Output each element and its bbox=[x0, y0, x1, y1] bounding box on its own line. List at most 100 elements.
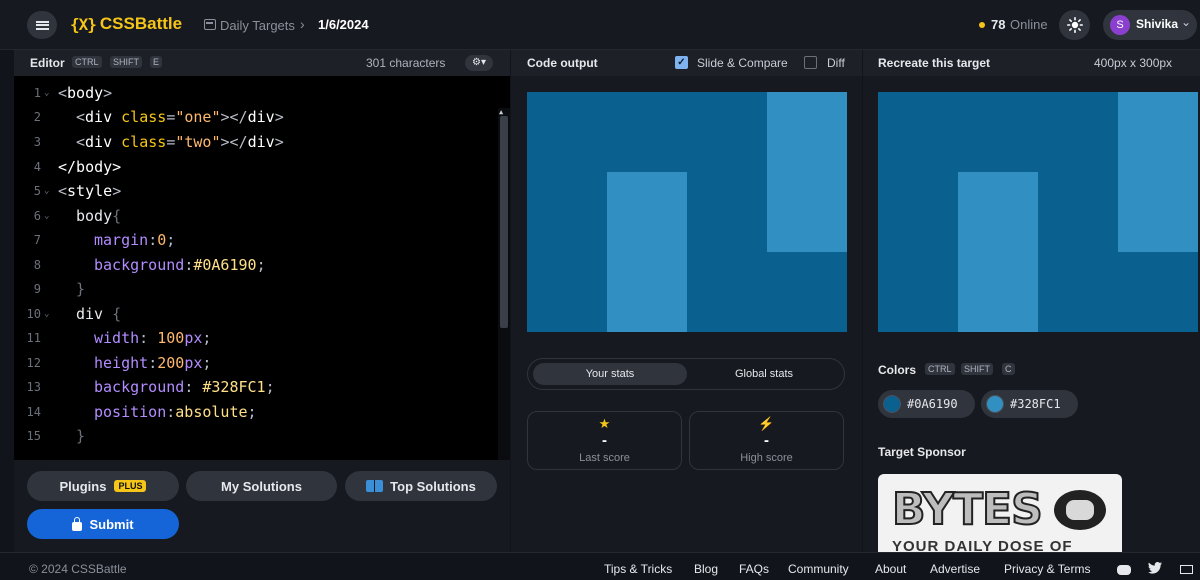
slide-compare-label[interactable]: Slide & Compare bbox=[697, 56, 788, 70]
footer-link-tips[interactable]: Tips & Tricks bbox=[604, 562, 672, 576]
shortcut-key-shift: SHIFT bbox=[961, 363, 993, 375]
user-menu-button[interactable]: S Shivika ⌄ bbox=[1103, 10, 1197, 40]
calendar-icon bbox=[204, 19, 216, 30]
top-bar: {X} CSSBattle Daily Targets › 1/6/2024 7… bbox=[0, 0, 1200, 50]
target-panel: Recreate this target 400px x 300px Color… bbox=[863, 50, 1200, 552]
code-text: position:absolute; bbox=[94, 403, 257, 421]
scroll-up-arrow-icon[interactable]: ▲ bbox=[499, 108, 503, 116]
output-title: Code output bbox=[527, 56, 598, 70]
fold-chevron-icon[interactable]: ⌄ bbox=[44, 211, 49, 221]
mail-icon[interactable] bbox=[1180, 565, 1193, 574]
theme-toggle-button[interactable] bbox=[1059, 10, 1090, 40]
discord-icon[interactable] bbox=[1117, 565, 1131, 575]
color-hex: #0A6190 bbox=[907, 397, 958, 411]
fold-chevron-icon[interactable]: ⌄ bbox=[44, 186, 49, 196]
line-number: 15 bbox=[26, 429, 41, 443]
line-number: 8 bbox=[33, 258, 41, 272]
line-number: 2 bbox=[33, 110, 41, 124]
editor-title: Editor bbox=[30, 56, 65, 70]
online-count: 78 bbox=[991, 17, 1006, 32]
code-line: 9 } bbox=[14, 278, 494, 302]
high-score-value: - bbox=[764, 432, 769, 449]
breadcrumb-daily-targets[interactable]: Daily Targets bbox=[220, 18, 295, 33]
footer-link-community[interactable]: Community bbox=[788, 562, 849, 576]
code-line: 3 <div class="two"></div> bbox=[14, 131, 494, 155]
code-line: 7 margin:0; bbox=[14, 229, 494, 253]
fold-chevron-icon[interactable]: ⌄ bbox=[44, 309, 49, 319]
color-swatch[interactable]: #0A6190 bbox=[878, 390, 975, 418]
plugins-button[interactable]: Plugins PLUS bbox=[27, 471, 179, 501]
footer-link-blog[interactable]: Blog bbox=[694, 562, 718, 576]
code-editor[interactable]: 1 ⌄ <body> 2 <div class="one"></div> 3 <… bbox=[14, 76, 510, 460]
shortcut-key-ctrl: CTRL bbox=[925, 363, 955, 375]
footer-link-faqs[interactable]: FAQs bbox=[739, 562, 769, 576]
code-text: height:200px; bbox=[94, 354, 212, 372]
line-number: 10 bbox=[26, 307, 41, 321]
color-swatch[interactable]: #328FC1 bbox=[981, 390, 1078, 418]
editor-settings-button[interactable]: ⚙▾ bbox=[465, 55, 493, 71]
sponsor-mascot-icon bbox=[1054, 490, 1106, 530]
code-text: <div class="two"></div> bbox=[76, 133, 284, 151]
shortcut-key-e: E bbox=[150, 56, 163, 68]
user-name: Shivika bbox=[1136, 17, 1179, 31]
code-line: 6 ⌄ body{ bbox=[14, 205, 494, 229]
scrollbar-thumb[interactable] bbox=[500, 116, 508, 328]
tab-global-stats[interactable]: Global stats bbox=[687, 363, 841, 385]
sponsor-label: Target Sponsor bbox=[878, 445, 966, 459]
last-score-label: Last score bbox=[579, 452, 630, 464]
diff-checkbox[interactable] bbox=[804, 56, 817, 69]
slide-compare-checkbox[interactable]: ✓ bbox=[675, 56, 688, 69]
footer: © 2024 CSSBattle Tips & Tricks Blog FAQs… bbox=[0, 552, 1200, 580]
my-solutions-button[interactable]: My Solutions bbox=[186, 471, 337, 501]
line-number: 4 bbox=[33, 160, 41, 174]
plugins-label: Plugins bbox=[59, 478, 107, 494]
code-line: 2 <div class="one"></div> bbox=[14, 106, 494, 130]
lock-icon bbox=[72, 516, 83, 531]
sponsor-banner[interactable]: BYTES YOUR DAILY DOSE OF bbox=[878, 474, 1122, 552]
footer-link-privacy[interactable]: Privacy & Terms bbox=[1004, 562, 1090, 576]
code-text: <body> bbox=[58, 84, 113, 102]
code-text: margin:0; bbox=[94, 231, 176, 249]
line-number: 1 bbox=[33, 86, 41, 100]
code-line: 14 position:absolute; bbox=[14, 401, 494, 425]
output-panel: Code output ✓ Slide & Compare Diff Your … bbox=[511, 50, 862, 552]
code-text: width: 100px; bbox=[94, 329, 212, 347]
logo[interactable]: {X} CSSBattle bbox=[70, 14, 182, 34]
menu-button[interactable] bbox=[27, 11, 57, 39]
line-number: 3 bbox=[33, 135, 41, 149]
stats-tabs: Your stats Global stats bbox=[527, 358, 845, 390]
code-text: body{ bbox=[76, 207, 122, 225]
top-solutions-label: Top Solutions bbox=[390, 478, 476, 494]
code-text: } bbox=[76, 280, 86, 298]
code-line: 5 ⌄ <style> bbox=[14, 180, 494, 204]
code-output-canvas[interactable] bbox=[527, 92, 847, 332]
submit-button[interactable]: Submit bbox=[27, 509, 179, 539]
online-label: Online bbox=[1010, 17, 1048, 32]
last-score-card: ★ - Last score bbox=[527, 411, 682, 470]
line-number: 12 bbox=[26, 356, 41, 370]
editor-scrollbar[interactable]: ▲ ▼ bbox=[498, 108, 510, 460]
color-dot bbox=[986, 395, 1004, 413]
my-solutions-label: My Solutions bbox=[221, 478, 302, 494]
output-block-one bbox=[607, 172, 687, 332]
top-solutions-button[interactable]: Top Solutions bbox=[345, 471, 497, 501]
footer-link-about[interactable]: About bbox=[875, 562, 906, 576]
tab-your-stats[interactable]: Your stats bbox=[533, 363, 687, 385]
diff-label[interactable]: Diff bbox=[827, 56, 845, 70]
footer-link-advertise[interactable]: Advertise bbox=[930, 562, 980, 576]
code-line: 4 </body> bbox=[14, 156, 494, 180]
twitter-icon[interactable] bbox=[1148, 562, 1162, 574]
high-score-card: ⚡ - High score bbox=[689, 411, 844, 470]
code-line: 12 height:200px; bbox=[14, 352, 494, 376]
code-line: 8 background:#0A6190; bbox=[14, 254, 494, 278]
code-line: 1 ⌄ <body> bbox=[14, 82, 494, 106]
target-header: Recreate this target 400px x 300px bbox=[863, 50, 1200, 76]
code-text: } bbox=[76, 427, 86, 445]
color-hex: #328FC1 bbox=[1010, 397, 1061, 411]
logo-mark: {X} bbox=[70, 14, 97, 34]
code-text: background:#0A6190; bbox=[94, 256, 266, 274]
fold-chevron-icon[interactable]: ⌄ bbox=[44, 88, 49, 98]
line-number: 14 bbox=[26, 405, 41, 419]
code-text: </body> bbox=[58, 158, 122, 176]
code-line: 15 } bbox=[14, 425, 494, 449]
